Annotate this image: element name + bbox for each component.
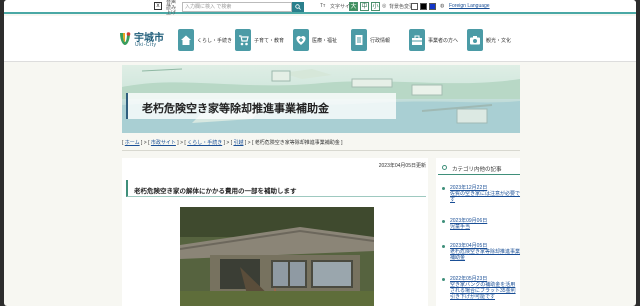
color-black-button[interactable] [420,3,427,10]
site-logo[interactable]: 宇城市 Uki-City [118,29,176,53]
sidebar: カテゴリ内他の記事 2023年12月22日 佐賀の空き家には注意が必要です 20… [436,158,520,306]
breadcrumb-home[interactable]: ホーム [125,140,140,146]
nav-label: 医療・福祉 [312,38,338,44]
sidebar-heading: カテゴリ内他の記事 [452,167,502,173]
house-photo [180,207,374,306]
bullet-icon [442,220,445,223]
foreign-language-link[interactable]: Foreign Language [449,3,490,9]
search-icon [295,4,301,10]
sitemap-icon[interactable]: ｘ [154,2,162,10]
circle-icon [442,165,447,170]
breadcrumb-city-site[interactable]: 市政サイト [151,140,176,146]
utility-bar: ｘ 音声 読み上げ 入力欄に検入 で検索 Tт 文字サイズ 大 中 小 ◎ 背景… [4,0,636,16]
sidebar-item[interactable]: 2023年09月06日 児童手当 [450,218,520,230]
page-frame: ｘ 音声 読み上げ 入力欄に検入 で検索 Tт 文字サイズ 大 中 小 ◎ 背景… [4,0,636,306]
text-size-icon: Tт [320,3,326,9]
color-blue-button[interactable] [429,3,436,10]
sidebar-item-title[interactable]: 老朽危険空き家等除却推進事業補助金 [450,249,520,261]
stroller-icon [235,29,251,51]
logo-subtitle: Uki-City [135,42,157,48]
city-emblem-icon [120,32,131,45]
search-button[interactable] [292,2,304,12]
nav-label: 観光・文化 [486,38,512,44]
bullet-icon [442,245,445,248]
bullet-icon [442,278,445,281]
document-icon [351,29,367,51]
page-title: 老朽危険空き家等除却推進事業補助金 [142,103,329,115]
briefcase-icon [409,29,425,51]
article-heading-box: 老朽危険空き家の解体にかかる費用の一部を補助します [126,180,426,197]
nav-label: くらし・手続き [197,38,233,44]
font-size-medium-button[interactable]: 中 [360,2,369,11]
sidebar-item[interactable]: 2022年05月23日 空き家バンクの補助金を活用される場合にフラット35金利引… [450,276,520,300]
breadcrumb: [ ホーム ] > [ 市政サイト ] > [ くらし・手続き ] > [ 引越… [122,140,343,146]
nav-label: 子育て・教育 [254,38,285,44]
speech-label[interactable]: 音声 読み上げ [166,1,180,16]
site-header: 宇城市 Uki-City くらし・手続き 子育て・教育 医療・福祉 行政情報 事… [4,16,636,62]
sidebar-heading-box: カテゴリ内他の記事 [438,162,520,175]
sidebar-item[interactable]: 2023年12月22日 佐賀の空き家には注意が必要です [450,185,520,203]
sidebar-item-title[interactable]: 佐賀の空き家には注意が必要です [450,191,520,203]
house-icon [178,29,194,51]
main-content: 2023年04月05日更新 老朽危険空き家の解体にかかる費用の一部を補助します [122,158,428,306]
palette-icon: ◎ [382,3,387,9]
font-size-large-button[interactable]: 大 [349,2,358,11]
globe-icon: ◍ [440,3,445,9]
divider [122,150,520,151]
breadcrumb-moving[interactable]: 引越 [233,140,243,146]
hero-title-box: 老朽危険空き家等除却推進事業補助金 [126,93,396,119]
sidebar-item[interactable]: 2023年04月05日 老朽危険空き家等除却推進事業補助金 [450,243,520,261]
updated-date: 2023年04月05日更新 [378,163,426,169]
sidebar-item-title[interactable]: 児童手当 [450,224,520,230]
color-white-button[interactable] [411,3,418,10]
sidebar-item-title[interactable]: 空き家バンクの補助金を活用される場合にフラット35金利引き下げが可能です [450,282,520,300]
breadcrumb-living[interactable]: くらし・手続き [187,140,222,146]
nav-label: 事業者の方へ [428,38,459,44]
breadcrumb-current: 老朽危険空き家等除却推進事業補助金 [254,140,340,146]
bullet-icon [442,187,445,190]
article-heading: 老朽危険空き家の解体にかかる費用の一部を補助します [134,188,297,195]
hero-banner: 老朽危険空き家等除却推進事業補助金 [122,65,520,133]
camera-icon [467,29,483,51]
font-size-small-button[interactable]: 小 [371,2,380,11]
search-input[interactable]: 入力欄に検入 で検索 [182,2,292,12]
medical-heart-icon [293,29,309,51]
nav-label: 行政情報 [370,38,391,44]
